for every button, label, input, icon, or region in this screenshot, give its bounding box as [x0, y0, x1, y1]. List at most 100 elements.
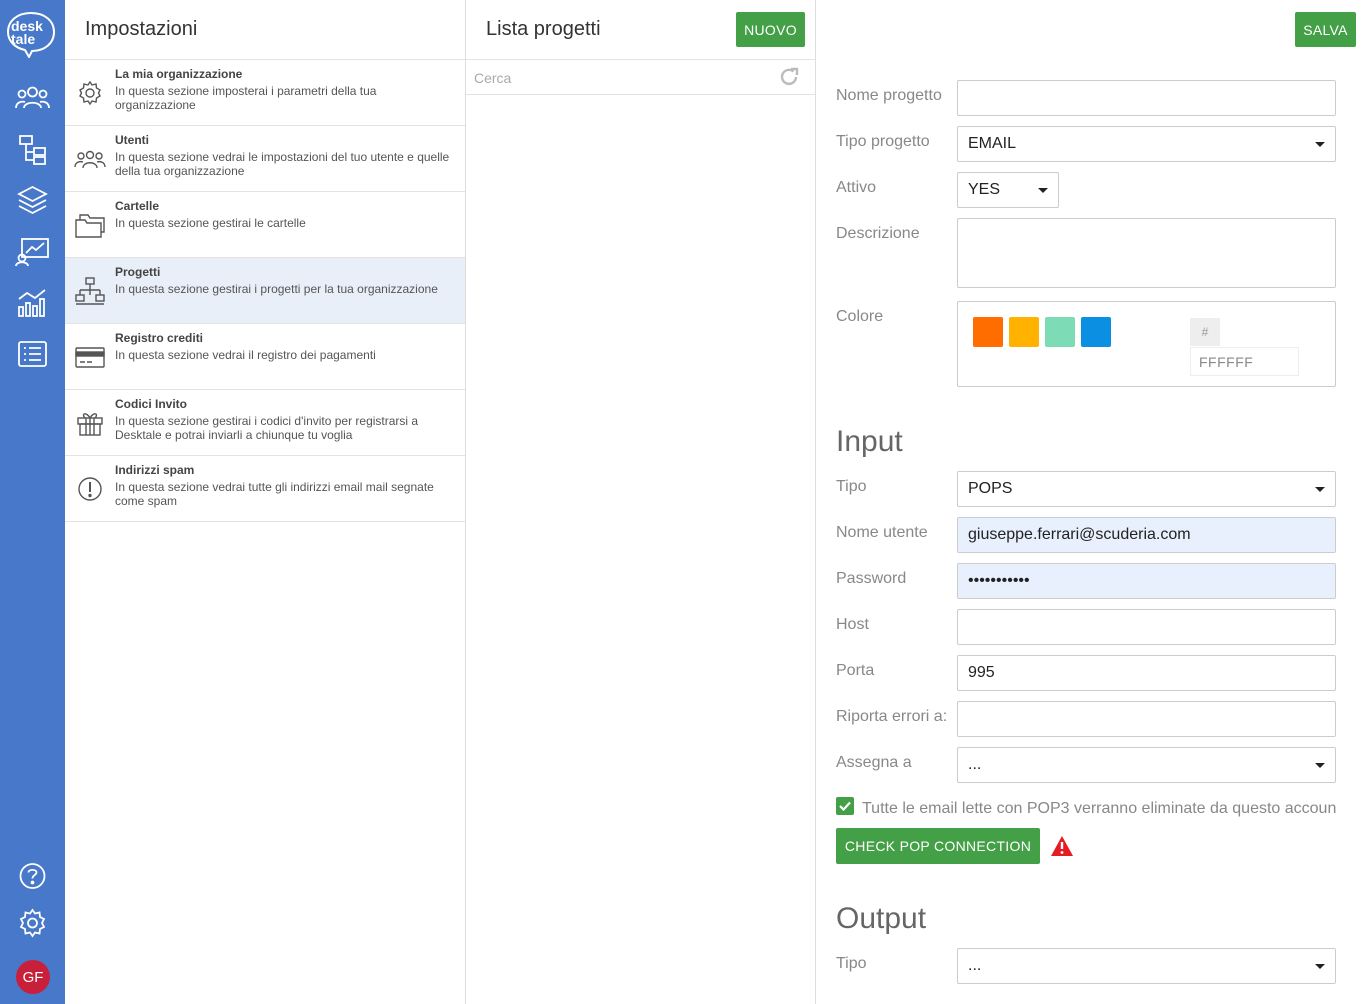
settings-title: Impostazioni — [85, 18, 198, 40]
label-project-name: Nome progetto — [836, 87, 942, 104]
users-icon — [73, 142, 107, 176]
logo-text-2: tale — [11, 31, 35, 47]
chevron-down-icon — [1038, 188, 1048, 193]
delete-emails-checkbox[interactable] — [836, 797, 854, 815]
assign-value: ... — [968, 756, 982, 773]
settings-item-title: Progetti — [115, 265, 161, 279]
settings-item-desc: In questa sezione vedrai il registro dei… — [115, 348, 376, 362]
label-description: Descrizione — [836, 225, 920, 242]
settings-header: Impostazioni — [65, 0, 465, 60]
left-rail: desk tale GF — [0, 0, 65, 1004]
search-input[interactable] — [474, 68, 764, 88]
settings-item-credits[interactable]: Registro crediti In questa sezione vedra… — [65, 324, 465, 390]
project-type-value: EMAIL — [968, 135, 1017, 152]
credit-card-icon — [73, 340, 107, 374]
settings-item-organization[interactable]: La mia organizzazione In questa sezione … — [65, 60, 465, 126]
active-select[interactable]: YES — [957, 172, 1059, 208]
warning-icon — [1051, 836, 1073, 856]
chart-icon[interactable] — [14, 285, 51, 319]
label-report-errors: Riporta errori a: — [836, 708, 948, 725]
description-textarea[interactable] — [957, 218, 1336, 288]
hex-prefix: # — [1190, 318, 1220, 346]
settings-item-users[interactable]: Utenti In questa sezione vedrai le impos… — [65, 126, 465, 192]
folder-tree-icon[interactable] — [14, 132, 51, 166]
projects-header: Lista progetti NUOVO — [466, 0, 815, 60]
label-output-type: Tipo — [836, 955, 867, 972]
color-picker: # FFFFFF — [957, 301, 1336, 387]
desktale-logo[interactable]: desk tale — [5, 10, 57, 58]
folders-icon — [73, 208, 107, 242]
output-type-value: ... — [968, 957, 982, 974]
analytics-icon[interactable] — [14, 234, 51, 268]
host-input[interactable] — [957, 609, 1336, 645]
settings-item-folders[interactable]: Cartelle In questa sezione gestirai le c… — [65, 192, 465, 258]
chevron-down-icon — [1315, 487, 1325, 492]
settings-panel: Impostazioni La mia organizzazione In qu… — [65, 0, 466, 1004]
settings-item-invite-codes[interactable]: Codici Invito In questa sezione gestirai… — [65, 390, 465, 456]
input-type-value: POPS — [968, 480, 1013, 497]
save-button[interactable]: SALVA — [1295, 12, 1356, 47]
projects-title: Lista progetti — [486, 18, 601, 40]
chevron-down-icon — [1315, 964, 1325, 969]
settings-item-title: Utenti — [115, 133, 149, 147]
users-icon[interactable] — [14, 81, 51, 115]
settings-item-desc: In questa sezione vedrai le impostazioni… — [115, 150, 450, 178]
label-host: Host — [836, 616, 869, 633]
alert-circle-icon — [73, 472, 107, 506]
settings-item-desc: In questa sezione vedrai tutte gli indir… — [115, 480, 434, 508]
label-project-type: Tipo progetto — [836, 133, 930, 150]
project-type-select[interactable]: EMAIL — [957, 126, 1336, 162]
password-input[interactable]: ••••••••••• — [957, 563, 1336, 599]
label-password: Password — [836, 570, 907, 587]
color-swatch-mint[interactable] — [1045, 317, 1075, 347]
settings-item-title: Registro crediti — [115, 331, 204, 345]
settings-item-title: Codici Invito — [115, 397, 187, 411]
new-project-button[interactable]: NUOVO — [736, 12, 805, 47]
section-input-heading: Input — [836, 425, 903, 458]
gift-icon — [73, 406, 107, 440]
report-errors-input[interactable] — [957, 701, 1336, 737]
label-input-type: Tipo — [836, 478, 867, 495]
help-icon[interactable] — [14, 859, 51, 893]
app: desk tale GF Impostazioni La mia organiz… — [0, 0, 1366, 1004]
settings-item-desc: In questa sezione gestirai i progetti pe… — [115, 282, 438, 296]
gear-icon — [73, 76, 107, 110]
settings-item-title: La mia organizzazione — [115, 67, 243, 81]
color-swatch-amber[interactable] — [1009, 317, 1039, 347]
settings-item-desc: In questa sezione gestirai i codici d'in… — [115, 414, 419, 442]
search-bar — [466, 60, 815, 95]
label-assign: Assegna a — [836, 754, 912, 771]
check-pop-connection-button[interactable]: CHECK POP CONNECTION — [836, 828, 1040, 864]
chevron-down-icon — [1315, 142, 1325, 147]
layers-icon[interactable] — [14, 183, 51, 217]
settings-item-projects[interactable]: Progetti In questa sezione gestirai i pr… — [65, 258, 465, 324]
input-type-select[interactable]: POPS — [957, 471, 1336, 507]
projects-panel: Lista progetti NUOVO — [466, 0, 816, 1004]
active-value: YES — [968, 181, 1001, 198]
label-port: Porta — [836, 662, 875, 679]
delete-emails-label: Tutte le email lette con POP3 verranno e… — [862, 800, 1336, 817]
username-input[interactable]: giuseppe.ferrari@scuderia.com — [957, 517, 1336, 553]
settings-item-title: Indirizzi spam — [115, 463, 195, 477]
hex-input[interactable]: FFFFFF — [1190, 347, 1299, 376]
label-username: Nome utente — [836, 524, 928, 541]
checkmark-icon — [839, 801, 851, 812]
label-active: Attivo — [836, 179, 877, 196]
assign-select[interactable]: ... — [957, 747, 1336, 783]
port-input[interactable]: 995 — [957, 655, 1336, 691]
output-type-select[interactable]: ... — [957, 948, 1336, 984]
settings-item-desc: In questa sezione gestirai le cartelle — [115, 216, 306, 230]
sitemap-icon — [73, 274, 107, 308]
avatar[interactable]: GF — [16, 960, 50, 994]
chevron-down-icon — [1315, 763, 1325, 768]
color-swatch-blue[interactable] — [1081, 317, 1111, 347]
project-name-input[interactable] — [957, 80, 1336, 116]
gear-icon[interactable] — [14, 906, 51, 940]
project-form: SALVA Nome progetto Tipo progetto EMAIL … — [816, 0, 1366, 1004]
label-color: Colore — [836, 308, 884, 325]
refresh-icon[interactable] — [778, 66, 800, 88]
section-output-heading: Output — [836, 902, 927, 935]
color-swatch-orange[interactable] — [973, 317, 1003, 347]
settings-item-spam[interactable]: Indirizzi spam In questa sezione vedrai … — [65, 456, 465, 522]
list-icon[interactable] — [14, 337, 51, 371]
